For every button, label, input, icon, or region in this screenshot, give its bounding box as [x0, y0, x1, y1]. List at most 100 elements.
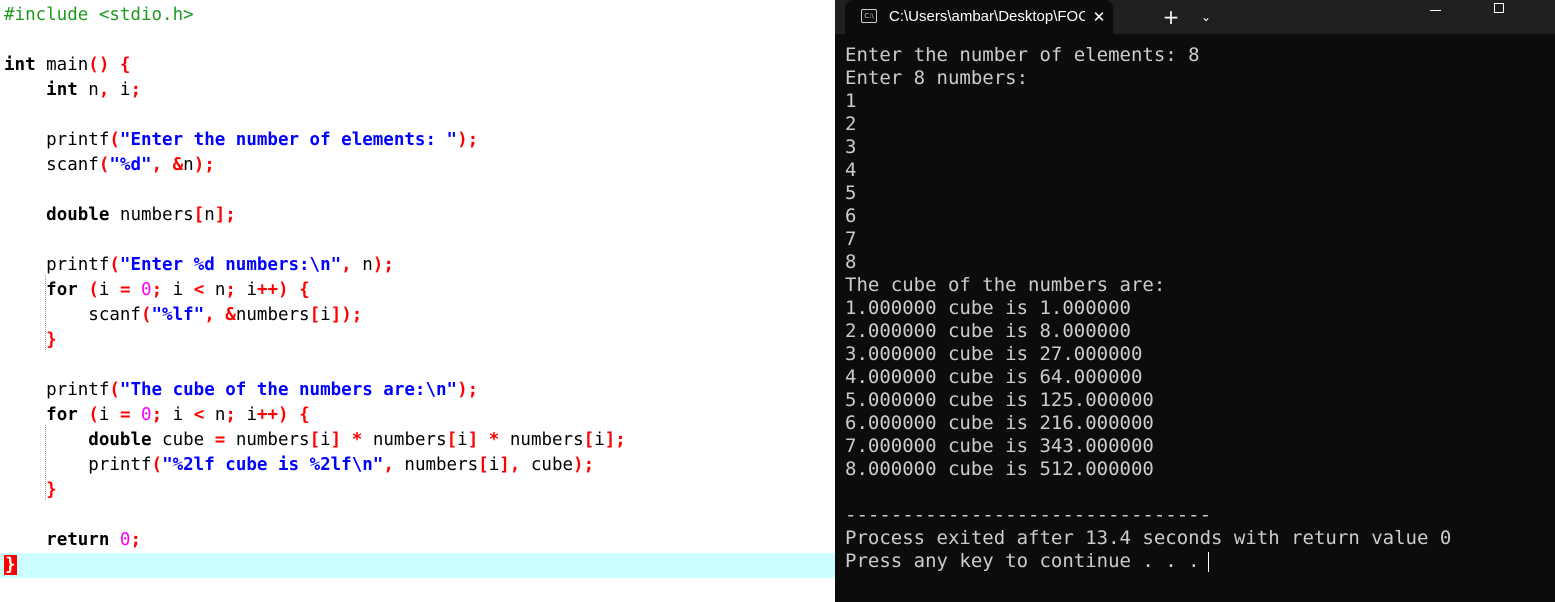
code-line[interactable]: for (i = 0; i < n; i++) { [0, 278, 835, 303]
code-token: } [46, 330, 57, 350]
code-line[interactable]: return 0; [0, 528, 835, 553]
code-line[interactable]: double cube = numbers[i] * numbers[i] * … [0, 428, 835, 453]
code-token: i [594, 430, 605, 450]
code-line[interactable]: int n, i; [0, 78, 835, 103]
code-line[interactable] [0, 178, 835, 203]
code-line[interactable]: printf("Enter the number of elements: ")… [0, 128, 835, 153]
code-token: "%2lf cube is %2lf\n" [162, 455, 384, 475]
terminal-line-text: Enter 8 numbers: [845, 67, 1029, 89]
code-line-text: printf("%2lf cube is %2lf\n", numbers[i]… [4, 453, 594, 478]
code-token: ); [573, 455, 595, 475]
code-line[interactable] [0, 228, 835, 253]
terminal-line: 3.000000 cube is 27.000000 [845, 343, 1545, 366]
code-line[interactable]: printf("The cube of the numbers are:\n")… [0, 378, 835, 403]
terminal-line-text: 4.000000 cube is 64.000000 [845, 366, 1143, 388]
close-tab-icon[interactable]: ✕ [1089, 0, 1109, 34]
code-line[interactable]: } [0, 328, 835, 353]
code-token: int [4, 55, 36, 75]
code-token: [ [309, 430, 321, 450]
code-token: , [383, 455, 394, 475]
terminal-line: 8.000000 cube is 512.000000 [845, 458, 1545, 481]
code-line-text: for (i = 0; i < n; i++) { [4, 403, 310, 428]
code-line-text: #include <stdio.h> [4, 3, 194, 28]
code-token: , [204, 305, 215, 325]
code-line[interactable]: int main() { [0, 53, 835, 78]
code-line[interactable] [0, 28, 835, 53]
code-token: printf [4, 380, 110, 400]
code-line[interactable]: #include <stdio.h> [0, 3, 835, 28]
maximize-icon[interactable] [1485, 0, 1515, 20]
code-token: "The cube of the numbers are:\n" [119, 380, 458, 400]
code-line[interactable] [0, 103, 835, 128]
terminal-line: 4.000000 cube is 64.000000 [845, 366, 1545, 389]
code-token: ] [467, 430, 479, 450]
code-line-text: printf("Enter %d numbers:\n", n); [4, 253, 394, 278]
terminal-line: Press any key to continue . . . [845, 550, 1545, 573]
code-token: ++) [256, 280, 289, 300]
code-token: cube [151, 430, 215, 450]
terminal-line: 2.000000 cube is 8.000000 [845, 320, 1545, 343]
terminal-output[interactable]: Enter the number of elements: 8 Enter 8 n… [845, 44, 1545, 594]
code-token: printf [4, 130, 110, 150]
code-token: i [457, 430, 468, 450]
code-token: main [35, 55, 89, 75]
code-token: printf [4, 255, 110, 275]
terminal-line-text: 2.000000 cube is 8.000000 [845, 320, 1131, 342]
code-line[interactable]: for (i = 0; i < n; i++) { [0, 403, 835, 428]
code-line-text: } [4, 553, 17, 578]
code-token: #include <stdio.h> [4, 5, 194, 25]
code-token: i [98, 405, 120, 425]
terminal-line: -------------------------------- [845, 504, 1545, 527]
code-line[interactable] [0, 503, 835, 528]
code-token: numbers [235, 305, 310, 325]
terminal-line: 1 [845, 90, 1545, 113]
terminal-line-text: 2 [845, 113, 857, 135]
code-token: n [204, 405, 226, 425]
code-line[interactable]: double numbers[n]; [0, 203, 835, 228]
code-line[interactable]: printf("%2lf cube is %2lf\n", numbers[i]… [0, 453, 835, 478]
terminal-line: 5.000000 cube is 125.000000 [845, 389, 1545, 412]
terminal-line-text: 1 [845, 90, 857, 112]
code-token: & [172, 155, 184, 175]
code-token: [ [309, 305, 321, 325]
code-token: 0 [141, 280, 152, 300]
terminal-tab[interactable]: C:\ C:\Users\ambar\Desktop\FOC ✕ [845, 0, 1113, 34]
terminal-window[interactable]: C:\ C:\Users\ambar\Desktop\FOC ✕ + ⌄ Ent… [835, 0, 1555, 602]
terminal-line-text: 6 [845, 205, 857, 227]
code-token: ]; [604, 430, 626, 450]
code-token: ( [88, 405, 99, 425]
chevron-down-icon[interactable]: ⌄ [1195, 0, 1217, 34]
code-line-text: double numbers[n]; [4, 203, 236, 228]
code-line[interactable]: printf("Enter %d numbers:\n", n); [0, 253, 835, 278]
code-line[interactable]: scanf("%d", &n); [0, 153, 835, 178]
code-token: ; [225, 405, 236, 425]
code-line[interactable]: } [0, 478, 835, 503]
terminal-line: 7 [845, 228, 1545, 251]
code-token: n [183, 155, 194, 175]
terminal-line-text: 8 [845, 251, 857, 273]
code-token: scanf [4, 155, 99, 175]
minimize-icon[interactable] [1421, 0, 1451, 20]
new-tab-icon[interactable]: + [1160, 0, 1182, 34]
code-token: scanf [4, 305, 141, 325]
terminal-line: Enter the number of elements: 8 [845, 44, 1545, 67]
code-token: & [225, 305, 236, 325]
code-line[interactable]: } [0, 553, 835, 578]
code-line-text: int n, i; [4, 78, 141, 103]
code-line-text: printf("Enter the number of elements: ")… [4, 128, 478, 153]
terminal-line-text: Process exited after 13.4 seconds with r… [845, 527, 1452, 549]
terminal-line-text: 6.000000 cube is 216.000000 [845, 412, 1154, 434]
code-token: n [77, 80, 99, 100]
code-line[interactable] [0, 353, 835, 378]
code-editor[interactable]: #include <stdio.h> int main() { int n, i;… [0, 0, 835, 602]
code-line[interactable]: scanf("%lf", &numbers[i]); [0, 303, 835, 328]
terminal-line: The cube of the numbers are: [845, 274, 1545, 297]
terminal-line: Process exited after 13.4 seconds with r… [845, 527, 1545, 550]
code-token: ; [225, 280, 236, 300]
